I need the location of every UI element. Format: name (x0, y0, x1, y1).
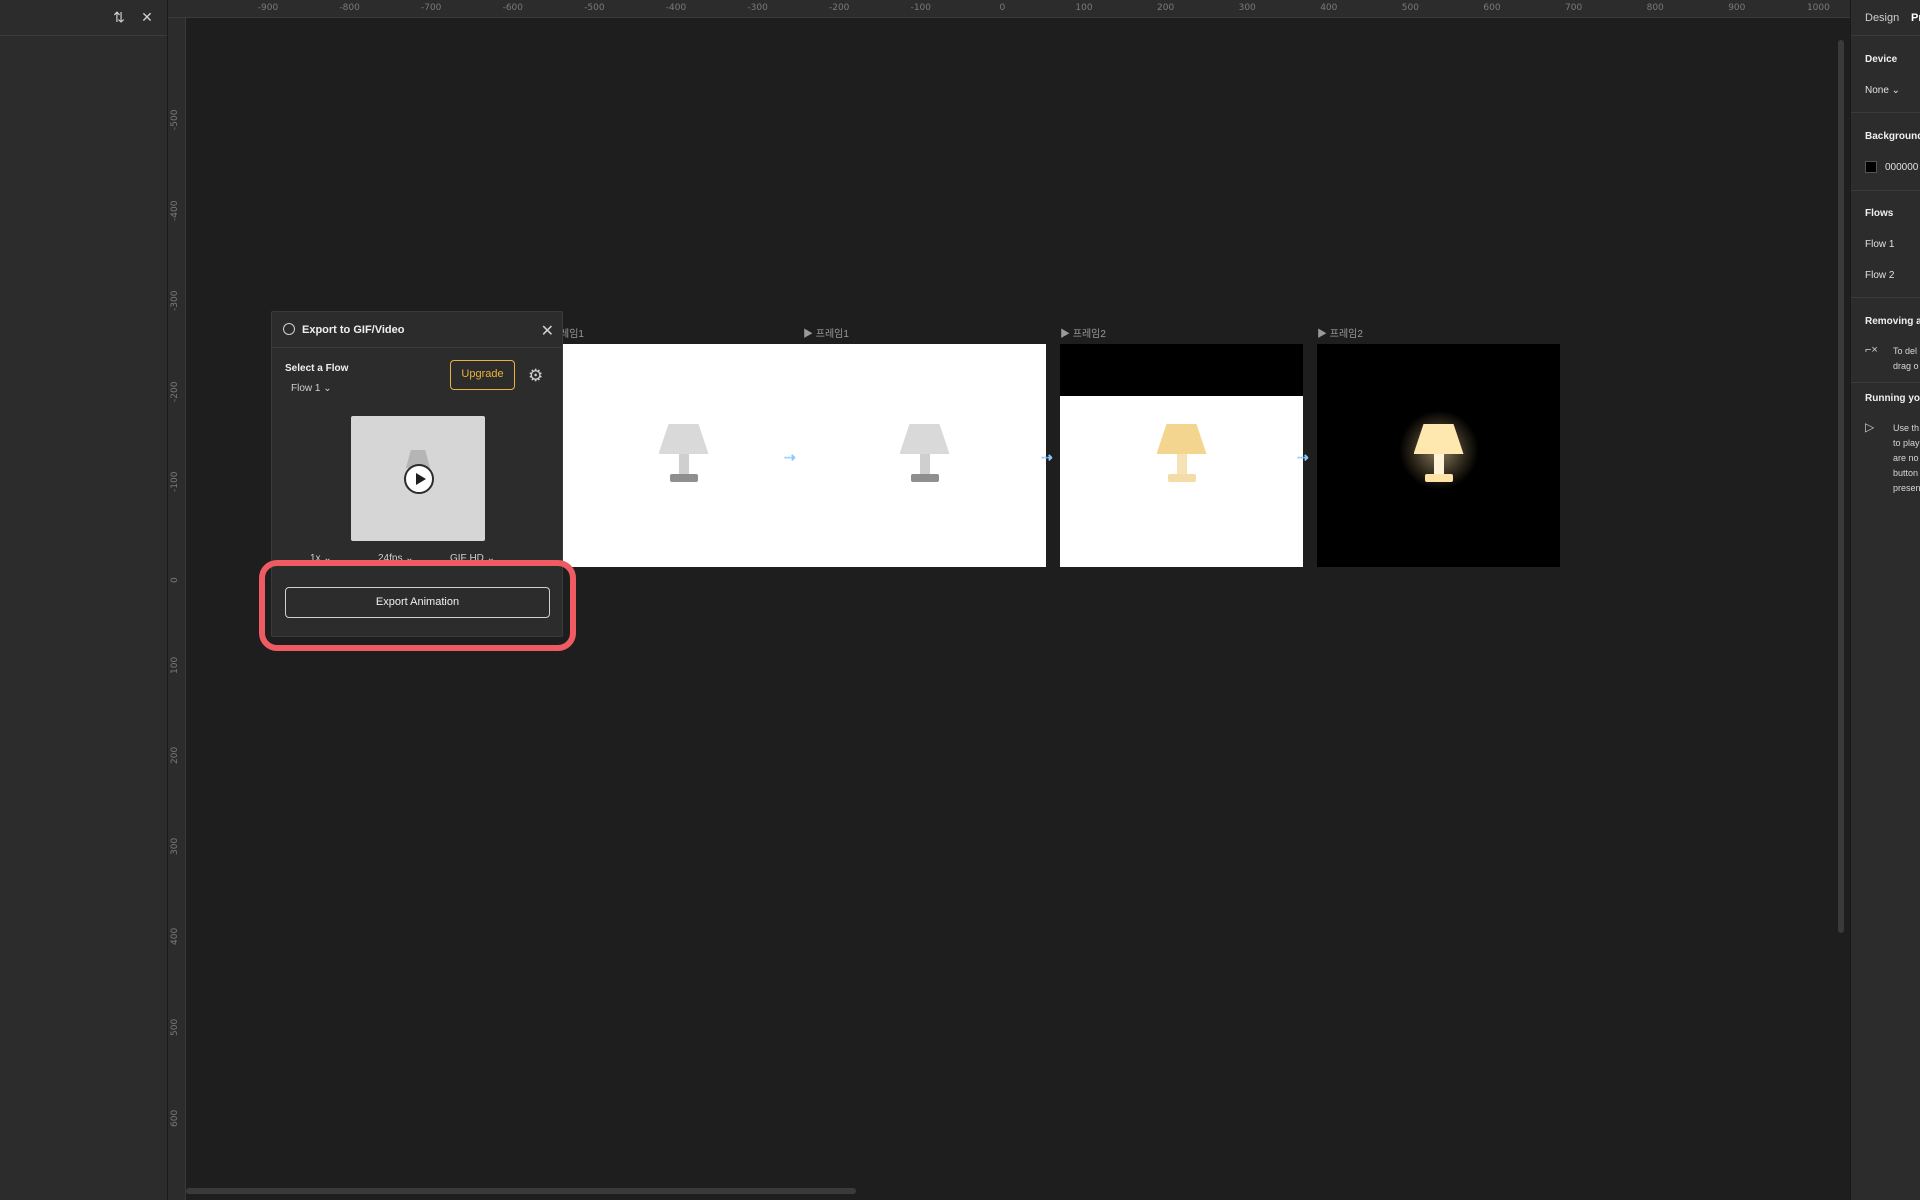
ruler-tick-label: 700 (1565, 3, 1583, 13)
flow-item-2[interactable]: Flow 2 (1865, 270, 1894, 281)
frame-2[interactable] (803, 344, 1046, 567)
device-title: Device (1865, 54, 1898, 65)
ruler-tick-label: -100 (170, 471, 180, 493)
frame-label[interactable]: 레임1 (560, 325, 584, 340)
ruler-tick-label: -400 (170, 200, 180, 221)
ruler-tick-label: -600 (502, 3, 524, 13)
running-text-4: button (1893, 468, 1919, 478)
removing-title: Removing a (1865, 316, 1920, 327)
flow-arrow-icon: ⇢ (784, 449, 796, 465)
upgrade-button[interactable]: Upgrade (450, 360, 515, 390)
right-properties-panel: Design Pr Device None ⌄ Background 00000… (1850, 0, 1920, 1200)
ruler-tick-label: -200 (170, 381, 180, 402)
background-hex-input[interactable]: 000000 (1885, 162, 1918, 173)
ruler-tick-label: 200 (170, 747, 180, 765)
ruler-tick-label: 300 (170, 837, 180, 855)
left-sidebar-header: ⇅ ✕ (0, 0, 167, 36)
left-sidebar: ⇅ ✕ (0, 0, 168, 1200)
background-swatch[interactable] (1865, 161, 1877, 173)
divider (1851, 190, 1920, 191)
ruler-tick-label: -300 (170, 290, 180, 312)
play-icon[interactable] (404, 464, 434, 494)
background-title: Background (1865, 131, 1920, 142)
divider (1851, 112, 1920, 113)
frame-label[interactable]: ▶ 프레임2 (1060, 325, 1106, 340)
animation-preview[interactable] (351, 416, 485, 541)
tab-design[interactable]: Design (1865, 12, 1899, 24)
lamp-image (1398, 410, 1479, 494)
horizontal-scrollbar[interactable] (186, 1188, 856, 1194)
flow-arrow-icon: ⇢ (1297, 449, 1309, 465)
sort-icon[interactable]: ⇅ (110, 8, 128, 26)
ruler-tick-label: 500 (1401, 3, 1419, 13)
panel-tabs: Design Pr (1851, 0, 1920, 36)
frame-4[interactable] (1317, 344, 1560, 567)
flow-dropdown[interactable]: Flow 1 ⌄ (291, 383, 332, 394)
ruler-tick-label: 500 (170, 1018, 180, 1036)
running-text-5: presen (1893, 483, 1920, 493)
flow-item-1[interactable]: Flow 1 (1865, 239, 1894, 250)
figma-app: ⇅ ✕ -900 -800 -700 -600 -500 -400 -300 -200 -100… (0, 0, 1920, 1200)
left-ruler: -500 -400 -300 -200 -100 0 100 200 300 400 500 600 (168, 18, 186, 1200)
tab-prototype[interactable]: Pr (1911, 12, 1920, 24)
gear-icon[interactable]: ⚙ (528, 366, 543, 386)
top-ruler: -900 -800 -700 -600 -500 -400 -300 -200 -100 0 100… (168, 0, 1911, 18)
ruler-tick-label: -800 (339, 3, 360, 13)
frame-3[interactable] (1060, 344, 1303, 567)
removing-text-2: drag o (1893, 361, 1919, 371)
ruler-tick-label: 600 (1483, 3, 1501, 13)
ruler-tick-label: -500 (170, 109, 180, 130)
ruler-tick-label: 600 (170, 1109, 180, 1127)
ruler-tick-label: -900 (257, 3, 279, 13)
ruler-tick-label: -200 (828, 3, 850, 13)
ruler-tick-label: 100 (1075, 3, 1093, 13)
play-icon: ▷ (1865, 420, 1875, 434)
ruler-tick-label: 0 (170, 577, 180, 583)
ruler-tick-label: 400 (1320, 3, 1338, 13)
ruler-tick-label: 100 (170, 656, 180, 674)
ruler-tick-label: 300 (1238, 3, 1256, 13)
frame-label[interactable]: ▶ 프레임1 (803, 325, 849, 340)
ruler-tick-label: -300 (747, 3, 768, 13)
ruler-tick-label: 800 (1646, 3, 1664, 13)
lamp-image (895, 424, 955, 494)
close-icon[interactable]: ✕ (138, 8, 156, 26)
ruler-tick-label: -500 (584, 3, 605, 13)
select-flow-label: Select a Flow (285, 363, 349, 374)
lamp-image (654, 424, 714, 494)
divider (1851, 297, 1920, 298)
ruler-tick-label: -100 (910, 3, 932, 13)
ruler-tick-label: -700 (420, 3, 442, 13)
dialog-title: Export to GIF/Video (302, 324, 405, 336)
ruler-tick-label: 1000 (1806, 3, 1830, 13)
frame-1[interactable] (562, 344, 805, 567)
ruler-tick-label: -400 (665, 3, 687, 13)
dialog-title-bar: Export to GIF/Video ✕ (272, 312, 562, 348)
running-title: Running you (1865, 393, 1920, 404)
frame-label[interactable]: ▶ 프레임2 (1317, 325, 1363, 340)
remove-flow-icon: ⌐× (1865, 344, 1878, 356)
running-text-3: are no (1893, 453, 1919, 463)
running-text-2: to play (1893, 438, 1920, 448)
ruler-tick-label: 900 (1728, 3, 1746, 13)
device-dropdown[interactable]: None ⌄ (1865, 85, 1900, 96)
highlight-outline (259, 560, 576, 651)
running-text-1: Use th (1893, 423, 1920, 433)
lamp-image (1152, 424, 1212, 494)
flow-arrow-icon: ⇢ (1041, 449, 1053, 465)
ruler-tick-label: 0 (999, 3, 1006, 13)
plugin-icon (283, 323, 295, 335)
ruler-tick-label: 200 (1157, 3, 1175, 13)
removing-text-1: To del (1893, 346, 1918, 356)
flows-title: Flows (1865, 208, 1894, 219)
close-icon[interactable]: ✕ (541, 321, 554, 341)
vertical-scrollbar[interactable] (1838, 40, 1844, 933)
ruler-tick-label: 400 (170, 928, 180, 946)
divider (1851, 382, 1920, 383)
